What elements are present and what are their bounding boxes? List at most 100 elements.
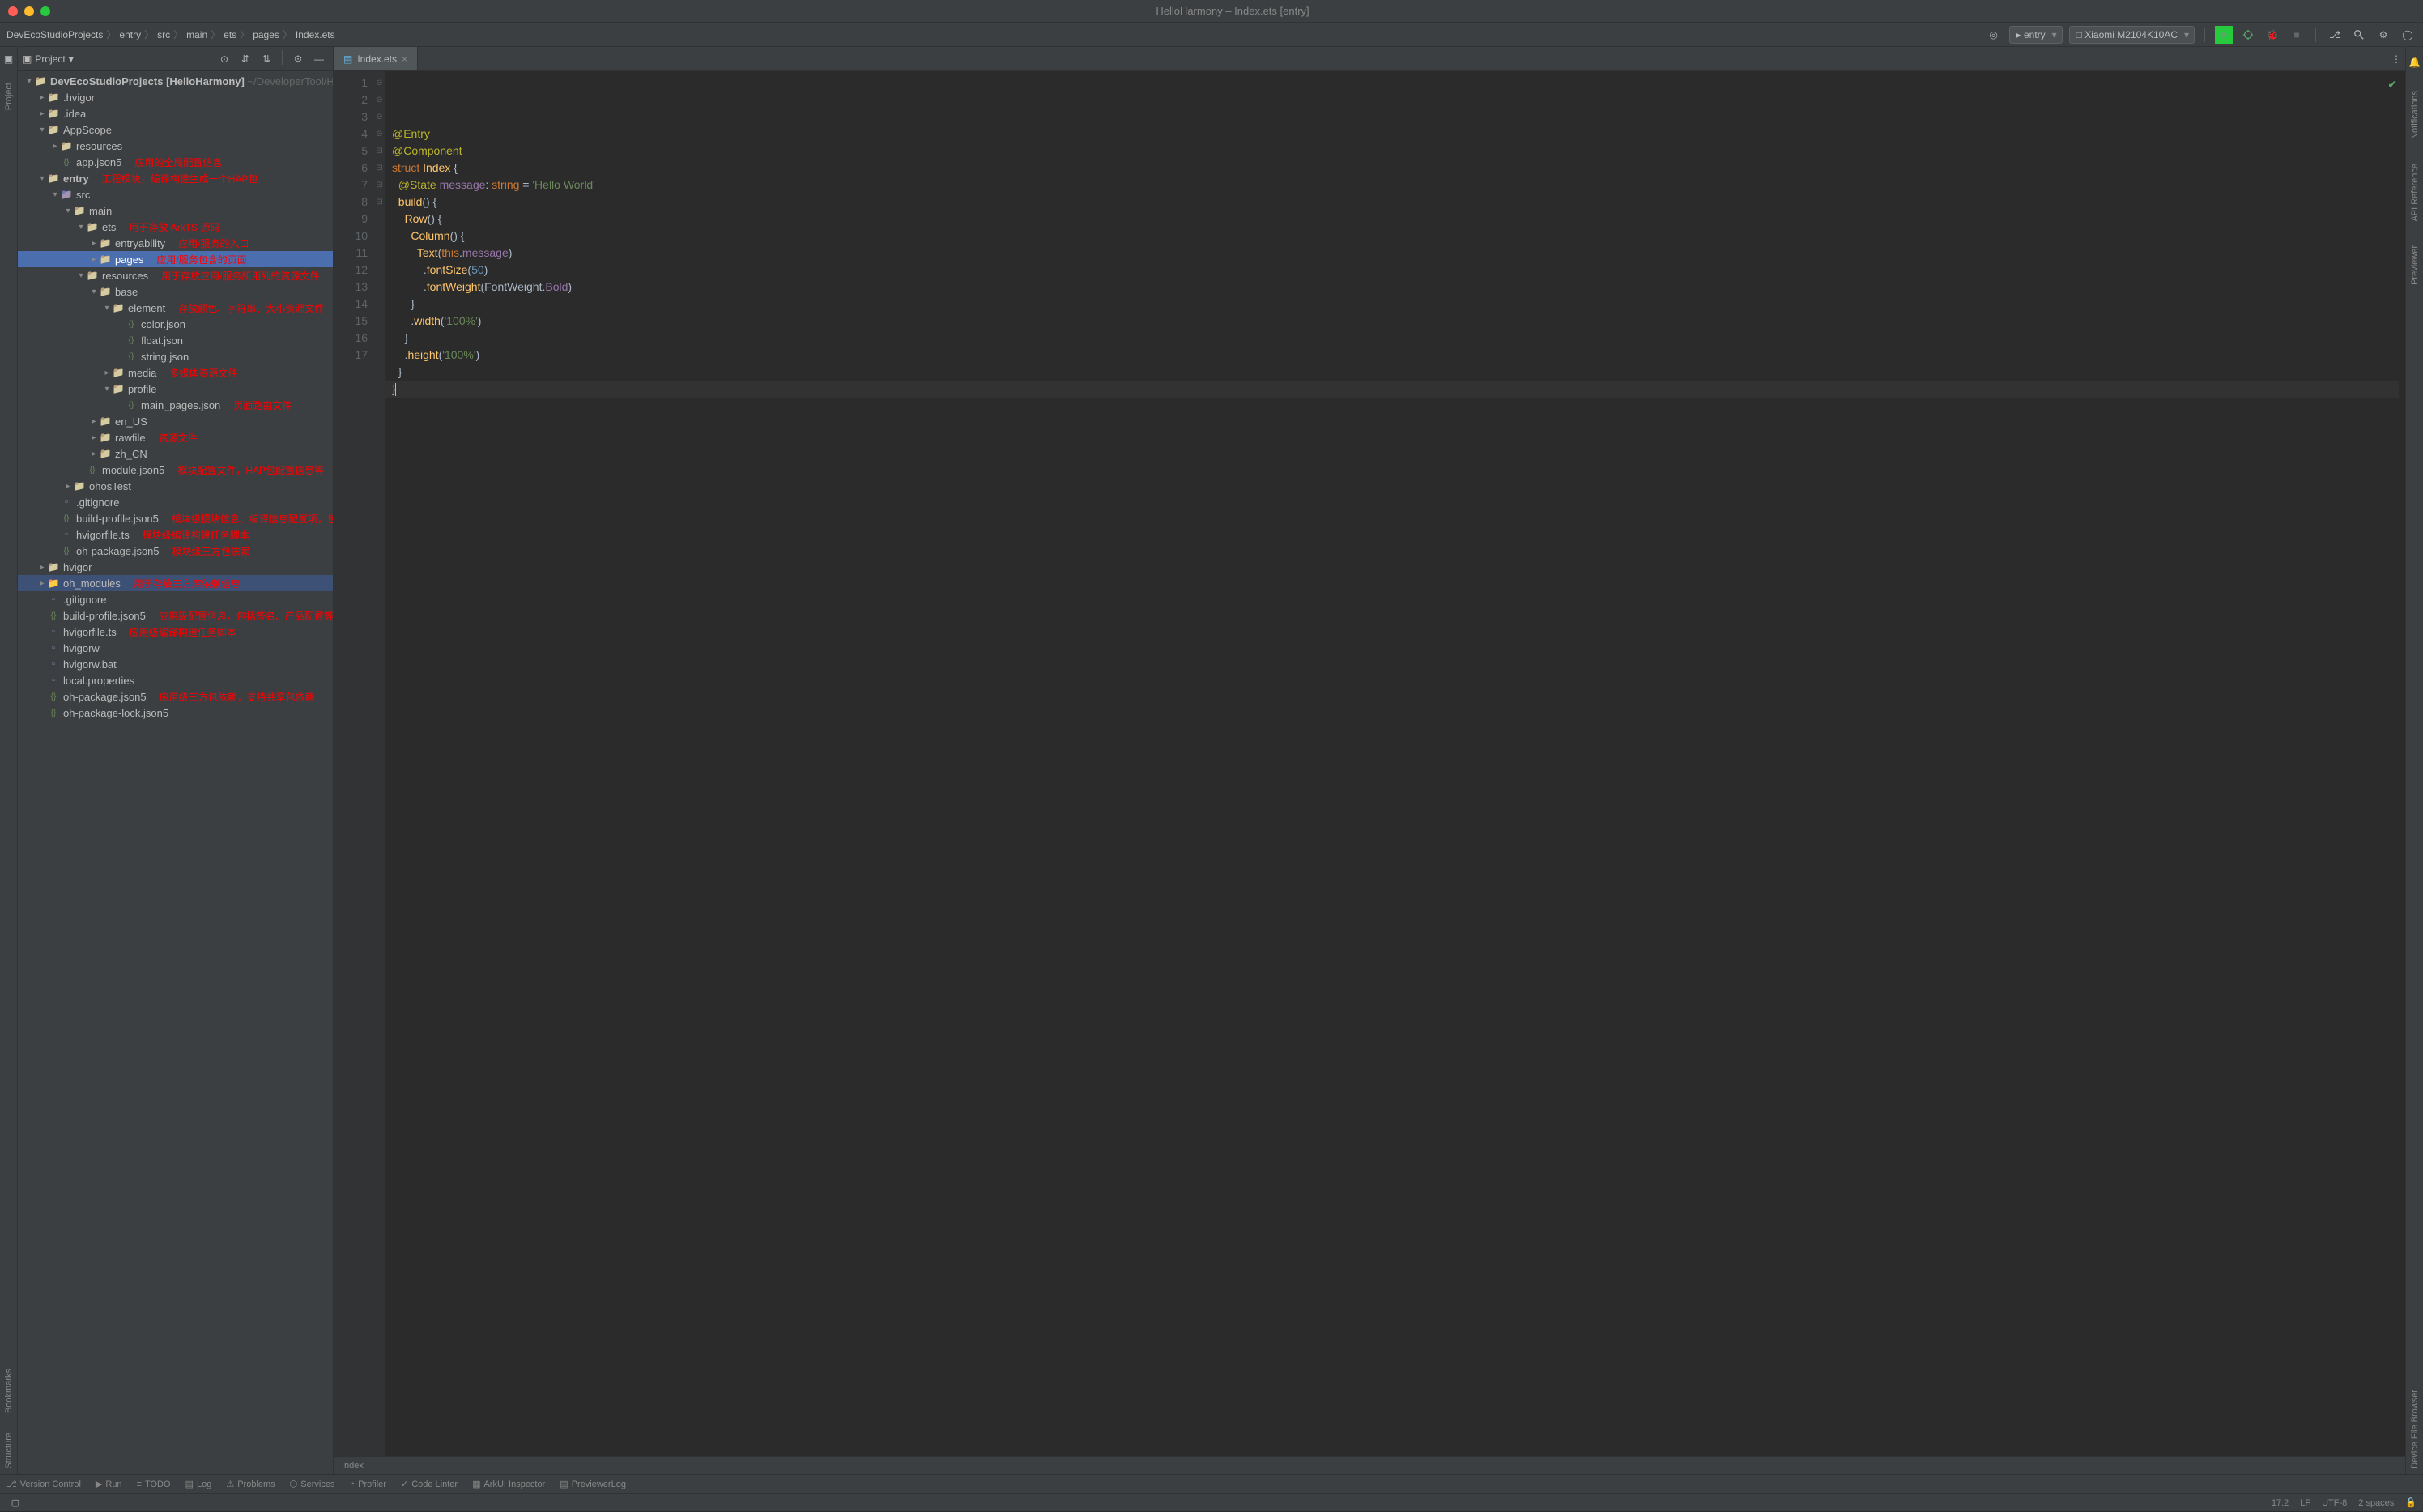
tree-item-profile[interactable]: ▾profile (18, 381, 333, 397)
expand-all-icon[interactable]: ⇵ (236, 50, 254, 68)
tool-windows-icon[interactable]: ▢ (6, 1494, 24, 1512)
tree-item-hvigorw-bat[interactable]: ▫hvigorw.bat (18, 656, 333, 672)
breadcrumb-index-ets[interactable]: Index.ets (296, 29, 335, 40)
locate-icon[interactable]: ⊙ (215, 50, 233, 68)
line-separator[interactable]: LF (2300, 1498, 2310, 1508)
code-content[interactable]: ✔ @Entry@Componentstruct Index { @State … (385, 71, 2405, 1456)
tree-root[interactable]: ▾ DevEcoStudioProjects [HelloHarmony] ~/… (18, 73, 333, 89)
tree-item-entry[interactable]: ▾entry工程模块，编译构建生成一个HAP包 (18, 170, 333, 186)
project-tool-tab[interactable]: Project (2, 78, 15, 115)
run-config-dropdown[interactable]: ▸ entry (2009, 26, 2063, 44)
breadcrumb-entry[interactable]: entry (119, 29, 141, 40)
device-file-browser-tool-tab[interactable]: Device File Browser (2408, 1385, 2421, 1474)
bottom-tool-version-control[interactable]: ⎇Version Control (6, 1479, 81, 1489)
tool-settings-icon[interactable]: ⚙ (289, 50, 307, 68)
stop-button[interactable]: ■ (2288, 26, 2306, 44)
project-tree[interactable]: ▾ DevEcoStudioProjects [HelloHarmony] ~/… (18, 71, 333, 1474)
tree-item--gitignore[interactable]: ▫.gitignore (18, 591, 333, 607)
tree-item-rawfile[interactable]: ▸rawfile资源文件 (18, 429, 333, 445)
close-tab-icon[interactable]: × (402, 53, 407, 65)
bottom-tool-code-linter[interactable]: ✓Code Linter (401, 1479, 458, 1489)
editor-tab-index[interactable]: ▤Index.ets× (334, 47, 418, 70)
tree-item-src[interactable]: ▾src (18, 186, 333, 202)
coverage-button[interactable]: 🐞 (2263, 26, 2281, 44)
bottom-tool-previewerlog[interactable]: ▤PreviewerLog (560, 1479, 626, 1489)
tree-item-local-properties[interactable]: ▫local.properties (18, 672, 333, 688)
indent-setting[interactable]: 2 spaces (2358, 1498, 2394, 1508)
sync-icon[interactable]: ◎ (1985, 26, 2003, 44)
tree-item-float-json[interactable]: float.json (18, 332, 333, 348)
breadcrumb-main[interactable]: main (186, 29, 207, 40)
tree-item-resources[interactable]: ▸resources (18, 138, 333, 154)
tree-item-oh_modules[interactable]: ▸oh_modules用于存放三方库依赖信息 (18, 575, 333, 591)
tree-item-oh-package-json5[interactable]: oh-package.json5应用级三方包依赖，支持共享包依赖 (18, 688, 333, 705)
tree-item-main_pages-json[interactable]: main_pages.json页面路由文件 (18, 397, 333, 413)
bottom-tool-profiler[interactable]: ◔Profiler (349, 1480, 386, 1489)
maximize-window-button[interactable] (40, 6, 50, 16)
tree-item-entryability[interactable]: ▸entryability应用/服务的入口 (18, 235, 333, 251)
tree-item-module-json5[interactable]: module.json5模块配置文件，HAP包配置信息等 (18, 462, 333, 478)
tree-item-app-json5[interactable]: app.json5应用的全局配置信息 (18, 154, 333, 170)
bottom-tool-run[interactable]: ▶Run (96, 1479, 122, 1489)
minimize-window-button[interactable] (24, 6, 34, 16)
previewer-tool-tab[interactable]: Previewer (2408, 241, 2421, 290)
tree-item--gitignore[interactable]: ▫.gitignore (18, 494, 333, 510)
bookmarks-tool-tab[interactable]: Bookmarks (2, 1364, 15, 1418)
structure-tool-tab[interactable]: Structure (2, 1428, 15, 1474)
tree-item-color-json[interactable]: color.json (18, 316, 333, 332)
tree-item-resources[interactable]: ▾resources用于存放应用/服务所用到的资源文件 (18, 267, 333, 283)
tree-item-pages[interactable]: ▸pages应用/服务包含的页面 (18, 251, 333, 267)
editor-breadcrumb[interactable]: Index (334, 1456, 2405, 1474)
search-icon[interactable] (2350, 26, 2368, 44)
tree-item-element[interactable]: ▾element存放颜色、字符串、大小资源文件 (18, 300, 333, 316)
tree-item-hvigorfile-ts[interactable]: ▫hvigorfile.ts应用级编译构建任务脚本 (18, 624, 333, 640)
notifications-icon[interactable]: 🔔 (2406, 53, 2423, 71)
project-view-selector[interactable]: ▣ Project ▾ (23, 53, 74, 65)
project-tool-icon[interactable]: ▣ (0, 50, 18, 68)
breadcrumb-src[interactable]: src (157, 29, 170, 40)
git-icon[interactable]: ⎇ (2326, 26, 2344, 44)
editor-body[interactable]: 1234567891011121314151617 ⊖⊖⊖⊖⊟⊟⊟⊟ ✔ @En… (334, 71, 2405, 1456)
device-dropdown[interactable]: □ Xiaomi M2104K10AC (2069, 26, 2195, 44)
tree-item--hvigor[interactable]: ▸.hvigor (18, 89, 333, 105)
tree-item-build-profile-json5[interactable]: build-profile.json5模块级模块信息、编译信息配置项，包括bui… (18, 510, 333, 526)
run-button[interactable] (2215, 26, 2233, 44)
hide-tool-icon[interactable]: — (310, 50, 328, 68)
inspection-ok-icon[interactable]: ✔ (2387, 76, 2397, 93)
tree-item-zh_cn[interactable]: ▸zh_CN (18, 445, 333, 462)
tree-item-appscope[interactable]: ▾AppScope (18, 121, 333, 138)
tree-item-ets[interactable]: ▾ets用于存放 ArkTS 源码 (18, 219, 333, 235)
tree-item-string-json[interactable]: string.json (18, 348, 333, 364)
fold-gutter[interactable]: ⊖⊖⊖⊖⊟⊟⊟⊟ (374, 71, 385, 1456)
bottom-tool-arkui-inspector[interactable]: ▦ArkUI Inspector (472, 1479, 545, 1489)
settings-icon[interactable]: ⚙ (2374, 26, 2392, 44)
tree-item-oh-package-json5[interactable]: oh-package.json5模块级三方包依赖 (18, 543, 333, 559)
tree-item-base[interactable]: ▾base (18, 283, 333, 300)
breadcrumb-pages[interactable]: pages (253, 29, 279, 40)
editor-menu-icon[interactable]: ⋮ (2387, 50, 2405, 68)
tree-item-build-profile-json5[interactable]: build-profile.json5应用级配置信息，包括签名、产品配置等 (18, 607, 333, 624)
bottom-tool-log[interactable]: ▤Log (185, 1479, 212, 1489)
bottom-tool-problems[interactable]: ⚠Problems (226, 1479, 275, 1489)
cursor-position[interactable]: 17:2 (2272, 1498, 2289, 1508)
readonly-icon[interactable]: 🔓 (2405, 1497, 2417, 1508)
bottom-tool-services[interactable]: ⬡Services (290, 1479, 335, 1489)
bottom-tool-todo[interactable]: ≡TODO (137, 1480, 171, 1489)
collapse-all-icon[interactable]: ⇅ (258, 50, 275, 68)
tree-item-media[interactable]: ▸media多媒体资源文件 (18, 364, 333, 381)
tree-item-en_us[interactable]: ▸en_US (18, 413, 333, 429)
tree-item-ohostest[interactable]: ▸ohosTest (18, 478, 333, 494)
api-reference-tool-tab[interactable]: API Reference (2408, 159, 2421, 227)
file-encoding[interactable]: UTF-8 (2322, 1498, 2347, 1508)
tree-item-hvigorw[interactable]: ▫hvigorw (18, 640, 333, 656)
breadcrumb-ets[interactable]: ets (224, 29, 236, 40)
debug-button[interactable] (2239, 26, 2257, 44)
breadcrumb-devecostudioprojects[interactable]: DevEcoStudioProjects (6, 29, 103, 40)
tree-item-oh-package-lock-json5[interactable]: oh-package-lock.json5 (18, 705, 333, 721)
close-window-button[interactable] (8, 6, 18, 16)
tree-item-hvigorfile-ts[interactable]: ▫hvigorfile.ts模块级编译构建任务脚本 (18, 526, 333, 543)
notifications-tool-tab[interactable]: Notifications (2408, 86, 2421, 144)
tree-item--idea[interactable]: ▸.idea (18, 105, 333, 121)
tree-item-hvigor[interactable]: ▸hvigor (18, 559, 333, 575)
avatar-icon[interactable]: ◯ (2399, 26, 2417, 44)
